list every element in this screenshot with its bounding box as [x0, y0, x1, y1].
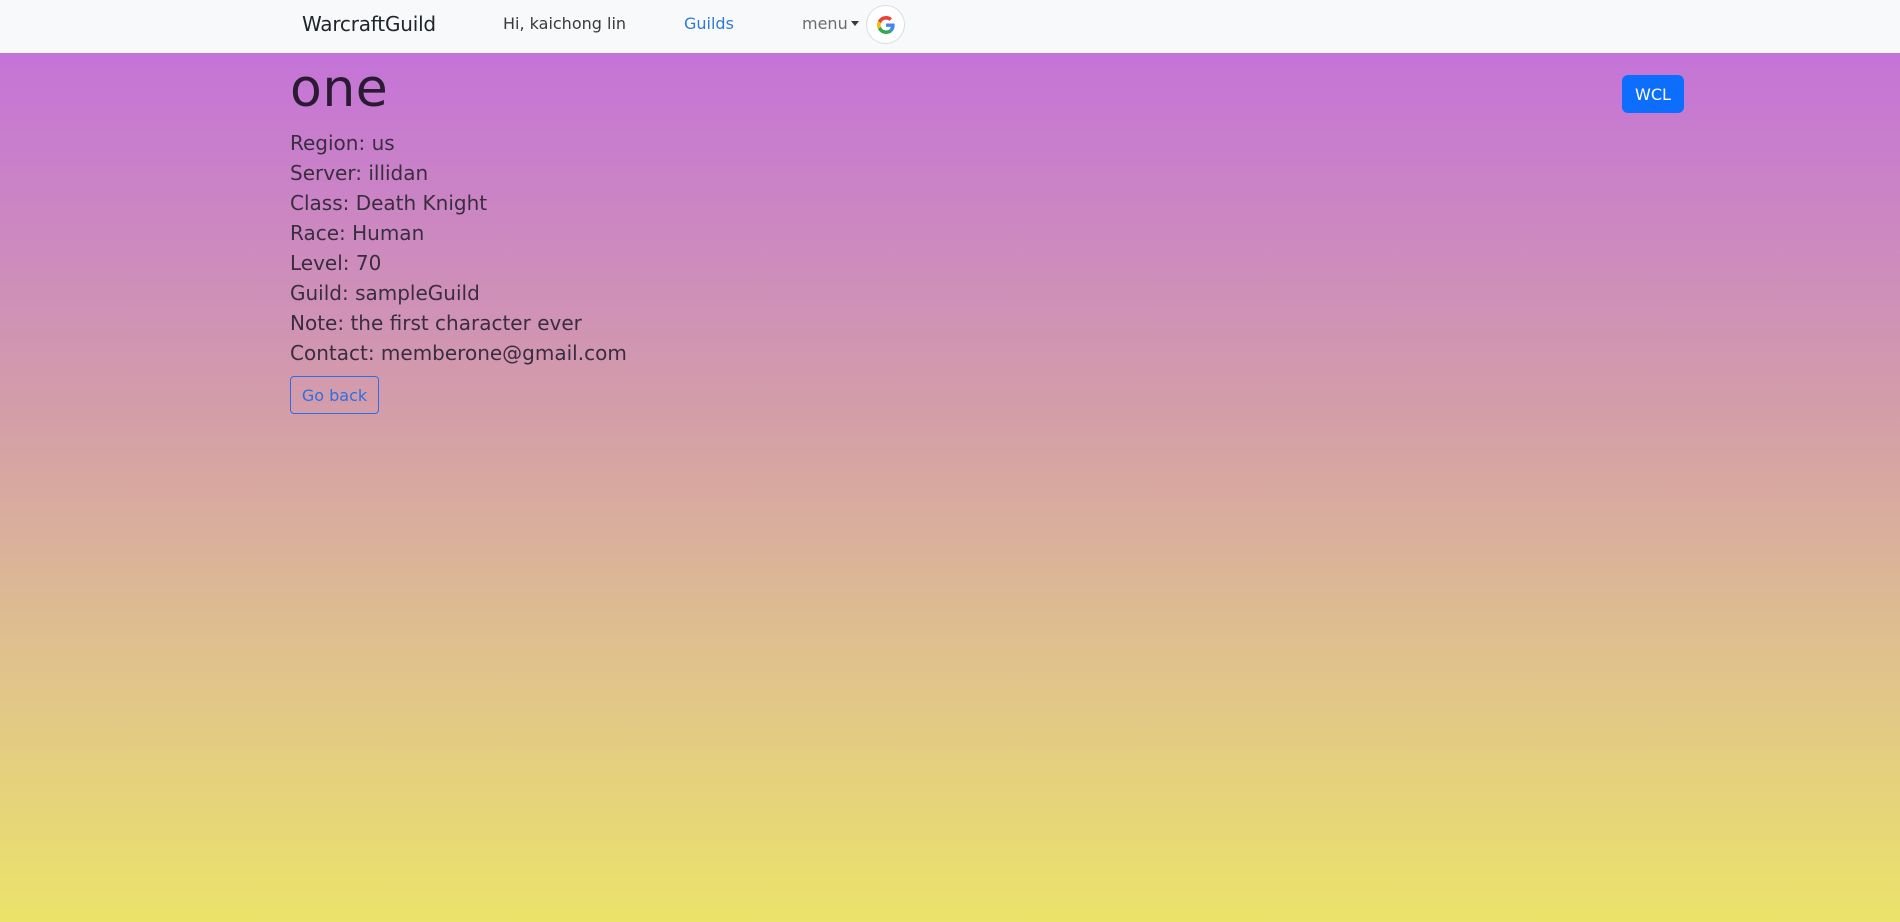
- character-detail: one WCL Region: us Server: illidan Class…: [290, 53, 1685, 414]
- race-field: Race: Human: [290, 221, 425, 245]
- brand-link[interactable]: WarcraftGuild: [302, 12, 436, 36]
- note-field: Note: the first character ever: [290, 311, 582, 335]
- user-greeting: Hi, kaichong lin: [503, 14, 627, 33]
- caret-down-icon: [850, 21, 859, 26]
- guilds-link[interactable]: Guilds: [684, 14, 734, 33]
- contact-field: Contact: memberone@gmail.com: [290, 341, 627, 365]
- menu-dropdown-toggle[interactable]: menu: [802, 14, 859, 33]
- google-sign-in-button[interactable]: [866, 5, 905, 44]
- menu-label: menu: [802, 14, 848, 33]
- google-icon: [876, 15, 895, 34]
- level-field: Level: 70: [290, 251, 382, 275]
- character-info-list: Region: us Server: illidan Class: Death …: [290, 128, 1685, 368]
- guild-field: Guild: sampleGuild: [290, 281, 480, 305]
- server-field: Server: illidan: [290, 161, 429, 185]
- wcl-button[interactable]: WCL: [1622, 75, 1684, 113]
- class-field: Class: Death Knight: [290, 191, 488, 215]
- go-back-button[interactable]: Go back: [290, 376, 379, 414]
- top-navbar: WarcraftGuild Hi, kaichong lin Guilds me…: [0, 0, 1900, 53]
- region-field: Region: us: [290, 131, 395, 155]
- character-name: one: [290, 59, 389, 119]
